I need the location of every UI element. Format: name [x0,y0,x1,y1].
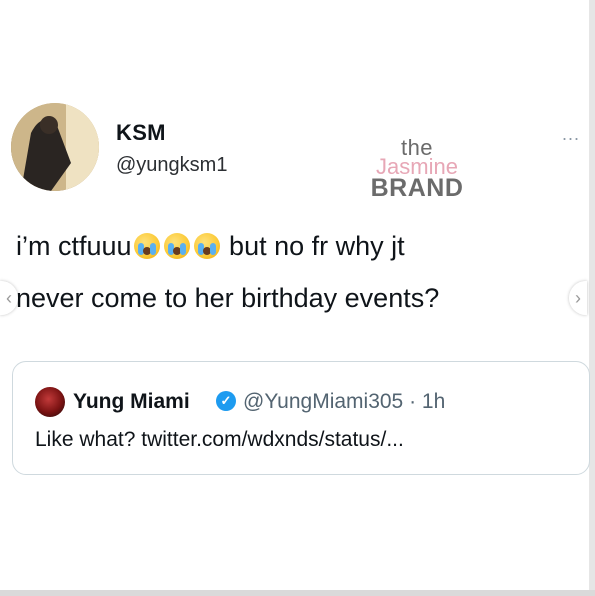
author-handle[interactable]: @yungksm1 [116,154,227,177]
next-arrow-icon[interactable]: › [569,281,587,315]
tweet-text-line-2: never come to her birthday events? [16,283,440,313]
tweet-text-line-1: i’m ctfuuu but no fr why jt [16,231,405,262]
watermark-brand: BRAND [370,174,464,202]
frame-right-border [589,0,595,596]
loudly-crying-face-emoji-icon [133,233,160,259]
frame-bottom-border [0,590,595,596]
verified-badge-icon: ✓ [216,391,236,411]
quoted-avatar[interactable] [35,387,65,417]
more-options-icon[interactable]: ... [562,124,580,145]
loudly-crying-face-emoji-icon [163,233,190,259]
author-name[interactable]: KSM [116,120,166,146]
loudly-crying-face-emoji-icon [193,233,220,259]
quoted-handle-time: @YungMiami305 · 1h [243,390,446,413]
tweet-text-part-2: but no fr why jt [221,231,405,261]
brand-watermark: the Jasmine BRAND [352,137,482,201]
tweet-text-part-1: i’m ctfuuu [16,231,132,261]
avatar[interactable] [11,103,99,191]
quoted-author-name[interactable]: Yung Miami [73,390,190,414]
quoted-tweet-card[interactable]: Yung Miami ✓ @YungMiami305 · 1h Like wha… [12,361,590,475]
quoted-tweet-text: Like what? twitter.com/wdxnds/status/... [35,428,404,451]
